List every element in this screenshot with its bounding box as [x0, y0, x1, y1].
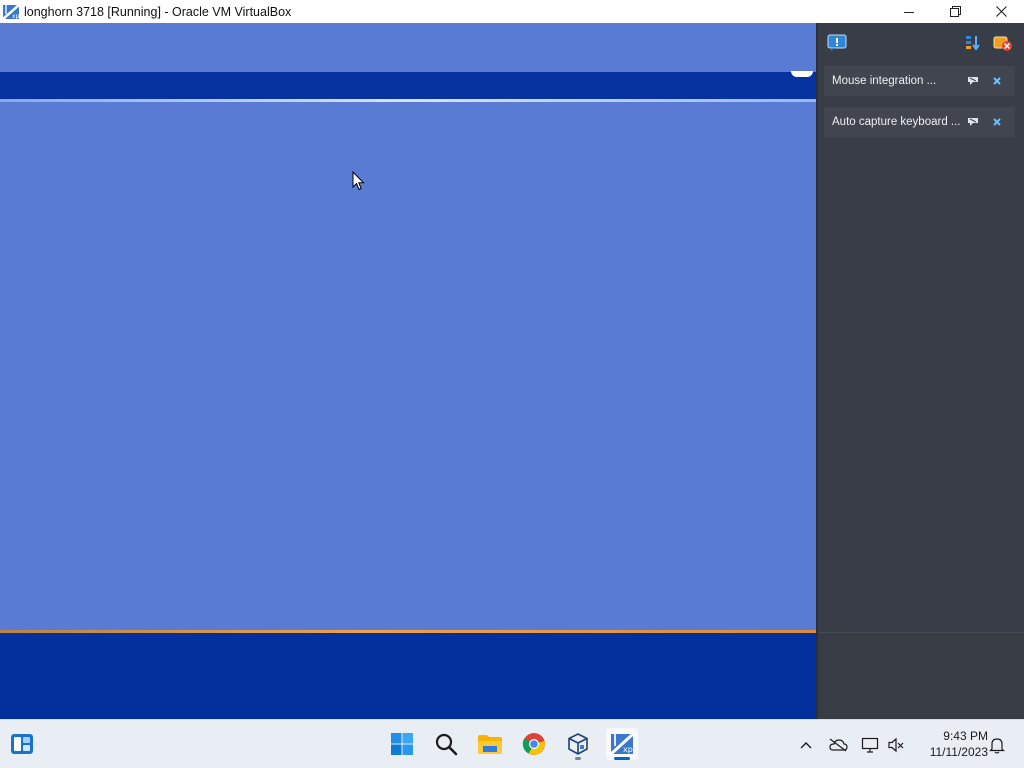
notification-toolbar: [818, 23, 1024, 63]
clock-time: 9:43 PM: [943, 729, 988, 743]
virtualbox-vm-taskbar-button[interactable]: xp: [606, 728, 638, 760]
widgets-icon: [11, 734, 33, 754]
vm-top-blob: [791, 71, 813, 77]
virtualbox-vm-icon: xp: [610, 732, 634, 756]
svg-text:xp: xp: [623, 745, 633, 754]
notification-panel-footer: [818, 632, 1024, 719]
widgets-button[interactable]: [6, 728, 38, 760]
onedrive-button[interactable]: [828, 735, 848, 755]
notice-text: Auto capture keyboard ...: [832, 116, 961, 128]
active-indicator: [614, 757, 630, 760]
clock-date: 11/11/2023: [929, 745, 988, 759]
minimize-button[interactable]: [886, 0, 932, 23]
sort-icon: [966, 36, 980, 51]
virtualbox-manager-icon: [568, 733, 588, 755]
vm-display[interactable]: [0, 23, 816, 719]
close-button[interactable]: [978, 0, 1024, 23]
vm-top-band: [0, 72, 816, 99]
search-icon: [435, 733, 458, 756]
dismiss-all-icon: [993, 36, 1012, 51]
ignore-icon: [968, 77, 978, 85]
start-button[interactable]: [386, 728, 418, 760]
close-notice-button[interactable]: [990, 115, 1004, 129]
vm-bottom-band: [0, 633, 816, 719]
network-button[interactable]: [860, 735, 880, 755]
onedrive-icon: [829, 738, 848, 752]
notifications-button[interactable]: [987, 735, 1007, 755]
ignore-notice-button[interactable]: [966, 115, 980, 129]
notice-text: Mouse integration ...: [832, 75, 937, 87]
virtualbox-manager-button[interactable]: [562, 728, 594, 760]
svg-text:xp: xp: [12, 13, 19, 20]
notice-mouse-integration[interactable]: Mouse integration ...: [824, 66, 1015, 96]
notification-center-toggle[interactable]: [826, 32, 848, 54]
window-titlebar: xp longhorn 3718 [Running] - Oracle VM V…: [0, 0, 1024, 23]
search-button[interactable]: [430, 728, 462, 760]
restore-button[interactable]: [932, 0, 978, 23]
volume-muted-icon: [888, 737, 904, 753]
mouse-cursor-icon: [352, 170, 366, 196]
close-icon: [993, 77, 1001, 85]
close-icon: [995, 6, 1007, 17]
taskbar-clock[interactable]: 9:43 PM 11/11/2023: [912, 728, 988, 760]
notification-bell-icon: [989, 738, 1005, 754]
restore-icon: [949, 6, 961, 17]
notification-center-icon: [827, 34, 847, 51]
running-indicator: [575, 757, 581, 760]
volume-button[interactable]: [886, 735, 906, 755]
chrome-icon: [522, 733, 545, 755]
show-hidden-icons-button[interactable]: [796, 735, 816, 755]
taskbar: xp 9:43 PM 11/11/2023: [0, 719, 1024, 768]
window-controls: [886, 0, 1024, 23]
vm-top-highlight: [0, 99, 816, 102]
notice-auto-capture-keyboard[interactable]: Auto capture keyboard ...: [824, 107, 1015, 137]
ignore-icon: [968, 118, 978, 126]
virtualbox-vm-icon: xp: [2, 3, 20, 20]
close-notice-button[interactable]: [990, 74, 1004, 88]
file-explorer-icon: [478, 735, 502, 754]
ignore-notice-button[interactable]: [966, 74, 980, 88]
window-title: longhorn 3718 [Running] - Oracle VM Virt…: [24, 4, 292, 19]
network-icon: [861, 737, 879, 753]
dismiss-all-button[interactable]: [992, 32, 1014, 54]
file-explorer-button[interactable]: [474, 728, 506, 760]
start-icon: [391, 733, 413, 755]
sort-button[interactable]: [962, 32, 984, 54]
minimize-icon: [904, 11, 914, 13]
chrome-button[interactable]: [518, 728, 550, 760]
notification-center-panel: Mouse integration ... Auto capture keybo…: [816, 23, 1024, 719]
close-icon: [993, 118, 1001, 126]
chevron-up-icon: [800, 742, 812, 749]
